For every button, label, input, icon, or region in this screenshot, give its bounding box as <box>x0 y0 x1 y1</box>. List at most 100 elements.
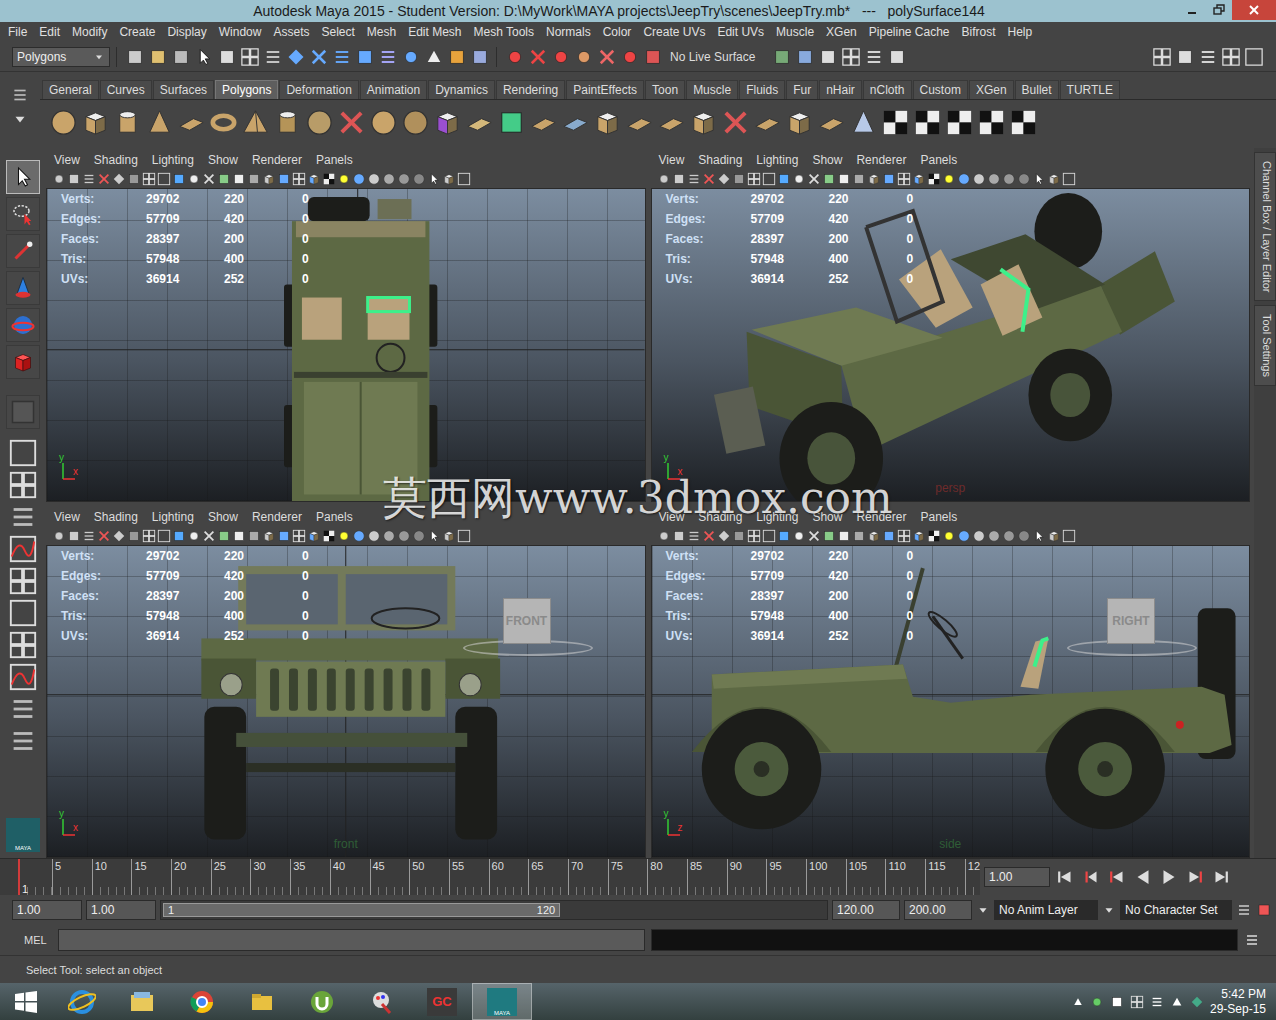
panel-tool-icon[interactable] <box>897 529 911 543</box>
panel-tool-icon[interactable] <box>942 172 956 186</box>
panel-tool-icon[interactable] <box>277 172 291 186</box>
panel-tool-icon[interactable] <box>352 529 366 543</box>
tool-button[interactable] <box>6 395 40 429</box>
taskbar-app[interactable] <box>292 983 352 1020</box>
panel-menu-item[interactable]: Show <box>806 153 848 167</box>
shelf-tool-icon[interactable] <box>880 107 911 138</box>
taskbar-app[interactable] <box>232 983 292 1020</box>
panel-tool-icon[interactable] <box>837 172 851 186</box>
taskbar-app[interactable] <box>172 983 232 1020</box>
shelf-tool-icon[interactable] <box>176 107 207 138</box>
panel-tool-icon[interactable] <box>957 172 971 186</box>
tool-button[interactable] <box>6 160 40 194</box>
panel-tool-icon[interactable] <box>657 529 671 543</box>
panel-tool-icon[interactable] <box>717 529 731 543</box>
menu-item[interactable]: Modify <box>66 25 113 39</box>
panel-tool-icon[interactable] <box>792 172 806 186</box>
close-icon[interactable] <box>1246 2 1262 18</box>
shelf-tab[interactable]: Polygons <box>215 80 278 99</box>
menu-item[interactable]: Color <box>597 25 638 39</box>
panel-tool-icon[interactable] <box>97 172 111 186</box>
tray-expand-icon[interactable] <box>1072 996 1084 1008</box>
panel-tool-icon[interactable] <box>987 529 1001 543</box>
layout-icon[interactable] <box>8 502 38 532</box>
panel-tool-icon[interactable] <box>807 172 821 186</box>
restore-icon[interactable] <box>1211 2 1227 18</box>
shelf-tab[interactable]: Custom <box>913 80 968 99</box>
panel-tool-icon[interactable] <box>322 529 336 543</box>
shelf-tool-icon[interactable] <box>528 107 559 138</box>
taskbar-app[interactable]: MAYA <box>472 983 532 1020</box>
gc-app-icon[interactable]: GC <box>427 988 457 1016</box>
panel-tool-icon[interactable] <box>367 529 381 543</box>
layout-icon[interactable] <box>8 470 38 500</box>
shelf-tab[interactable]: Deformation <box>279 80 358 99</box>
step-back-icon[interactable] <box>1106 866 1128 888</box>
panel-tool-icon[interactable] <box>882 172 896 186</box>
live-surface-field[interactable]: No Live Surface <box>666 50 769 64</box>
script-editor-icon[interactable] <box>1244 932 1260 948</box>
panel-tool-icon[interactable] <box>672 529 686 543</box>
panel-tool-icon[interactable] <box>777 529 791 543</box>
panel-tool-icon[interactable] <box>112 529 126 543</box>
panel-menu-item[interactable]: Shading <box>88 510 144 524</box>
panel-tool-icon[interactable] <box>382 172 396 186</box>
panel-tool-icon[interactable] <box>1047 172 1061 186</box>
snap-icon[interactable] <box>528 47 548 67</box>
status-tool-icon[interactable] <box>424 47 444 67</box>
panel-tool-icon[interactable] <box>747 172 761 186</box>
menu-item[interactable]: Window <box>213 25 268 39</box>
menu-item[interactable]: Display <box>161 25 212 39</box>
panel-tool-icon[interactable] <box>852 172 866 186</box>
layout-icon[interactable] <box>8 726 38 756</box>
panel-tool-icon[interactable] <box>142 172 156 186</box>
menu-item[interactable]: Edit Mesh <box>402 25 467 39</box>
clock[interactable]: 5:42 PM29-Sep-15 <box>1210 987 1266 1017</box>
panel-tool-icon[interactable] <box>307 529 321 543</box>
panel-tool-icon[interactable] <box>397 529 411 543</box>
shelf-tool-icon[interactable] <box>848 107 879 138</box>
menu-item[interactable]: Assets <box>267 25 315 39</box>
menu-item[interactable]: Muscle <box>770 25 820 39</box>
panel-tool-icon[interactable] <box>927 529 941 543</box>
panel-tool-icon[interactable] <box>807 529 821 543</box>
panel-tool-icon[interactable] <box>1062 529 1076 543</box>
restore-button[interactable] <box>1205 0 1232 20</box>
shelf-tool-icon[interactable] <box>144 107 175 138</box>
panel-tool-icon[interactable] <box>427 172 441 186</box>
jeep-model[interactable] <box>652 546 1250 858</box>
drive-icon[interactable] <box>1190 995 1204 1009</box>
taskbar-app[interactable] <box>352 983 412 1020</box>
panel-menu-item[interactable]: Panels <box>914 153 963 167</box>
dropdown-arrow-icon[interactable] <box>1102 903 1116 917</box>
render-tool-icon[interactable] <box>864 47 884 67</box>
paint-app-icon[interactable] <box>368 988 396 1016</box>
jeep-model[interactable] <box>47 546 645 858</box>
menu-item[interactable]: Bifrost <box>956 25 1002 39</box>
shelf-tool-icon[interactable] <box>944 107 975 138</box>
end-time-field[interactable]: 200.00 <box>904 900 972 920</box>
status-tool-icon[interactable] <box>240 47 260 67</box>
panel-tool-icon[interactable] <box>1017 172 1031 186</box>
panel-tool-icon[interactable] <box>777 172 791 186</box>
panel-tool-icon[interactable] <box>157 529 171 543</box>
move-tool-icon[interactable] <box>11 276 35 300</box>
menu-item[interactable]: Mesh <box>361 25 402 39</box>
windows-icon[interactable] <box>1130 995 1144 1009</box>
viewport-panel[interactable]: ViewShadingLightingShowRendererPanelsVer… <box>651 507 1251 859</box>
panel-tool-icon[interactable] <box>67 529 81 543</box>
render-tool-icon[interactable] <box>772 47 792 67</box>
shelf-tool-icon[interactable] <box>752 107 783 138</box>
panel-tool-icon[interactable] <box>1002 529 1016 543</box>
chrome-app-icon[interactable] <box>188 988 216 1016</box>
snap-icon[interactable] <box>574 47 594 67</box>
shelf-tool-icon[interactable] <box>720 107 751 138</box>
panel-tool-icon[interactable] <box>352 172 366 186</box>
panel-tool-icon[interactable] <box>202 172 216 186</box>
panel-tool-icon[interactable] <box>927 172 941 186</box>
viewport-panel[interactable]: ViewShadingLightingShowRendererPanelsVer… <box>46 150 646 502</box>
panel-tool-icon[interactable] <box>1002 172 1016 186</box>
panel-menu-item[interactable]: Panels <box>310 153 359 167</box>
view-cube-face[interactable]: RIGHT <box>1107 598 1155 644</box>
minimize-icon[interactable] <box>1184 2 1200 18</box>
